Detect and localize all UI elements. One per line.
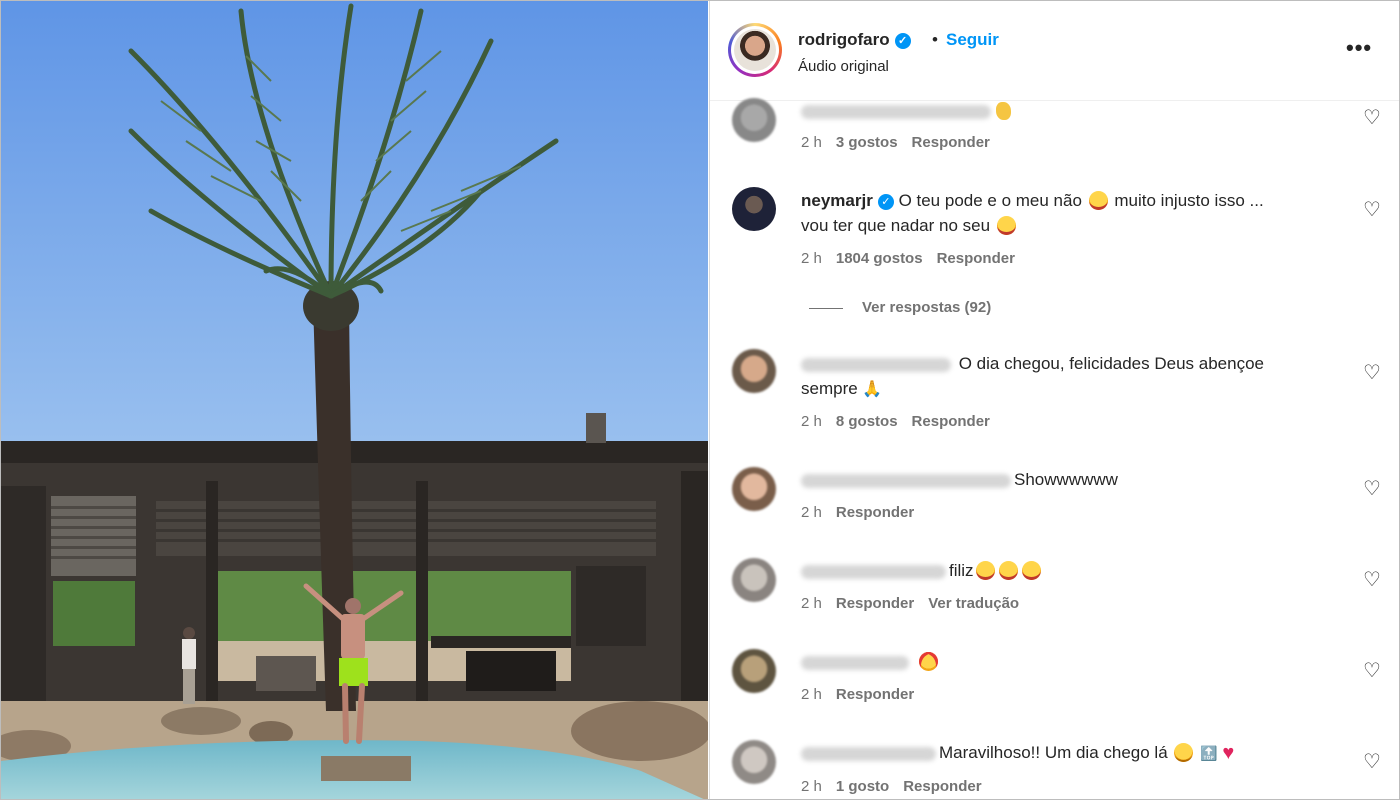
comment-text: filiz <box>801 558 1341 583</box>
separator-dot: • <box>932 30 938 49</box>
top-arrow-emoji: 🔝 <box>1200 745 1218 762</box>
reply-button[interactable]: Responder <box>937 250 1015 267</box>
comment-text: Maravilhoso!! Um dia chego lá 🔝 ♥ <box>801 740 1341 766</box>
reply-button[interactable]: Responder <box>912 134 990 151</box>
commenter-avatar[interactable] <box>732 467 776 511</box>
blurred-username[interactable] <box>801 357 951 372</box>
praying-hands-emoji: 🙏 <box>862 381 883 399</box>
comment-meta: 2 h Responder <box>801 686 928 703</box>
red-heart-emoji: ♥ <box>1222 742 1235 765</box>
commenter-avatar[interactable] <box>732 349 776 393</box>
comment-time[interactable]: 2 h <box>801 686 822 703</box>
blurred-username[interactable] <box>801 104 991 119</box>
like-heart-icon[interactable]: ♡ <box>1363 476 1381 501</box>
follow-button[interactable]: Seguir <box>946 30 999 50</box>
comment-likes[interactable]: 8 gostos <box>836 413 898 430</box>
blurred-username[interactable] <box>801 655 909 670</box>
author-avatar[interactable] <box>728 23 782 77</box>
comment-meta: 2 h 1 gosto Responder <box>801 778 996 795</box>
comment-time[interactable]: 2 h <box>801 595 822 612</box>
post-header: rodrigofaro ✓ • Seguir Áudio original ••• <box>710 1 1399 101</box>
laughing-emoji <box>1088 191 1108 211</box>
comment-text <box>801 649 1341 674</box>
reply-button[interactable]: Responder <box>836 595 914 612</box>
commenter-avatar[interactable] <box>732 98 776 142</box>
like-heart-icon[interactable]: ♡ <box>1363 360 1381 385</box>
laughing-emoji <box>998 561 1018 581</box>
comment-time[interactable]: 2 h <box>801 504 822 521</box>
commenter-avatar[interactable] <box>732 187 776 231</box>
like-heart-icon[interactable]: ♡ <box>1363 658 1381 683</box>
comment-meta: 2 h 1804 gostos Responder <box>801 250 1029 267</box>
comment-meta: 2 h Responder <box>801 504 928 521</box>
replies-divider <box>809 308 843 309</box>
comments-panel: rodrigofaro ✓ • Seguir Áudio original •••… <box>709 1 1399 799</box>
more-horizontal-icon[interactable]: ••• <box>1346 35 1372 61</box>
reply-button[interactable]: Responder <box>903 778 981 795</box>
clapping-hands-emoji <box>996 101 1011 120</box>
laughing-emoji <box>996 216 1016 236</box>
reply-button[interactable]: Responder <box>912 413 990 430</box>
instagram-post-window: rodrigofaro ✓ • Seguir Áudio original •••… <box>0 0 1400 800</box>
reply-button[interactable]: Responder <box>836 504 914 521</box>
blurred-username[interactable] <box>801 746 936 761</box>
laughing-emoji <box>1021 561 1041 581</box>
commenter-avatar[interactable] <box>732 649 776 693</box>
see-translation-button[interactable]: Ver tradução <box>928 595 1019 612</box>
like-heart-icon[interactable]: ♡ <box>1363 749 1381 774</box>
audio-label[interactable]: Áudio original <box>798 58 889 75</box>
comment-time[interactable]: 2 h <box>801 778 822 795</box>
comment-text: Showwwwww <box>801 467 1341 492</box>
commenter-username[interactable]: neymarjr <box>801 191 873 210</box>
comment-meta: 2 h 3 gostos Responder <box>801 134 1004 151</box>
laughing-emoji <box>975 561 995 581</box>
comment-time[interactable]: 2 h <box>801 134 822 151</box>
like-heart-icon[interactable]: ♡ <box>1363 197 1381 222</box>
comment-time[interactable]: 2 h <box>801 413 822 430</box>
verified-badge-icon: ✓ <box>877 193 894 210</box>
like-heart-icon[interactable]: ♡ <box>1363 567 1381 592</box>
author-username[interactable]: rodrigofaro ✓ <box>798 30 911 50</box>
smiling-face-emoji <box>1174 743 1194 763</box>
like-heart-icon[interactable]: ♡ <box>1363 105 1381 130</box>
commenter-avatar[interactable] <box>732 740 776 784</box>
comment-likes[interactable]: 1 gosto <box>836 778 889 795</box>
heart-eyes-emoji <box>918 652 938 672</box>
comment-likes[interactable]: 1804 gostos <box>836 250 923 267</box>
verified-badge-icon: ✓ <box>894 32 911 49</box>
comment-text: O dia chegou, felicidades Deus abençoe s… <box>801 354 1264 399</box>
blurred-username[interactable] <box>801 473 1011 488</box>
comment-likes[interactable]: 3 gostos <box>836 134 898 151</box>
post-photo[interactable] <box>1 1 708 799</box>
comment-meta: 2 h Responder Ver tradução <box>801 595 1033 612</box>
comment-meta: 2 h 8 gostos Responder <box>801 413 1004 430</box>
view-replies-button[interactable]: Ver respostas (92) <box>862 299 991 316</box>
commenter-avatar[interactable] <box>732 558 776 602</box>
comment-text <box>801 98 1341 123</box>
pool-palm-photo <box>1 1 708 799</box>
comment-text: neymarjr ✓ O teu pode e o meu não muito i… <box>801 191 1264 236</box>
blurred-username[interactable] <box>801 564 946 579</box>
comment-time[interactable]: 2 h <box>801 250 822 267</box>
reply-button[interactable]: Responder <box>836 686 914 703</box>
